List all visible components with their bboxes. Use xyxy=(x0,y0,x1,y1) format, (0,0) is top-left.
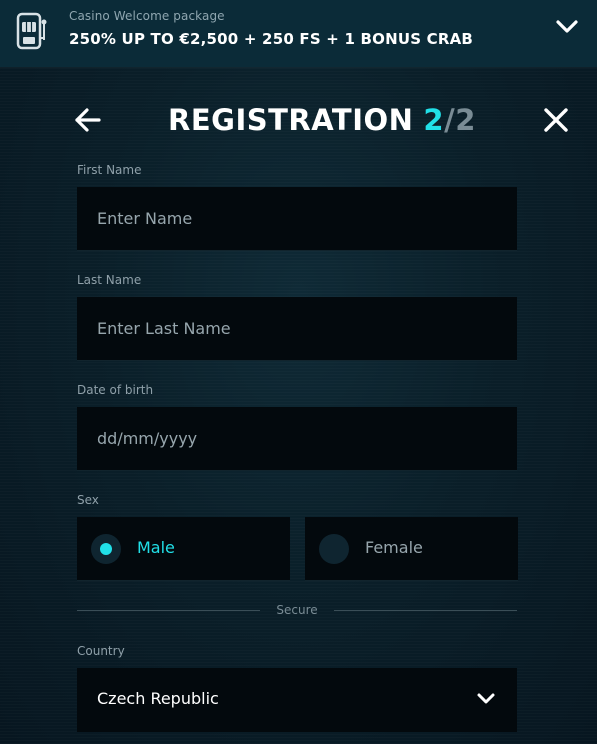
country-value: Czech Republic xyxy=(97,689,219,708)
first-name-label: First Name xyxy=(77,163,142,177)
title-text: REGISTRATION xyxy=(168,103,414,137)
chevron-down-icon xyxy=(477,693,495,704)
sex-option-label: Male xyxy=(137,538,175,557)
dob-field[interactable] xyxy=(77,407,517,471)
country-select[interactable]: Czech Republic xyxy=(77,668,517,732)
step-separator: / xyxy=(444,103,456,137)
promo-banner[interactable]: Casino Welcome package 250% UP TO €2,500… xyxy=(0,0,597,67)
divider-right xyxy=(334,610,517,611)
secure-divider-text: Secure xyxy=(276,603,318,617)
last-name-label: Last Name xyxy=(77,273,142,287)
dob-label: Date of birth xyxy=(77,383,154,397)
sex-option-label: Female xyxy=(365,538,423,557)
step-current: 2 xyxy=(423,103,445,137)
radio-female[interactable] xyxy=(319,534,349,564)
last-name-input[interactable] xyxy=(77,297,517,360)
divider-left xyxy=(77,610,260,611)
radio-male[interactable] xyxy=(91,534,121,564)
chevron-down-icon[interactable] xyxy=(555,16,579,36)
promo-title: 250% UP TO €2,500 + 250 FS + 1 BONUS CRA… xyxy=(69,30,474,48)
sex-label: Sex xyxy=(77,493,99,507)
dob-input[interactable] xyxy=(77,407,517,470)
sex-option-female[interactable]: Female xyxy=(305,517,518,581)
close-icon[interactable] xyxy=(543,107,569,133)
back-arrow-icon[interactable] xyxy=(74,106,102,134)
radio-selected-dot xyxy=(100,543,112,555)
country-label: Country xyxy=(77,644,125,658)
promo-subtitle: Casino Welcome package xyxy=(69,9,225,23)
slot-machine-icon xyxy=(16,12,47,50)
first-name-field[interactable] xyxy=(77,187,517,251)
step-total: 2 xyxy=(455,103,476,137)
first-name-input[interactable] xyxy=(77,187,517,250)
page-title: REGISTRATION 2 / 2 xyxy=(168,100,476,140)
last-name-field[interactable] xyxy=(77,297,517,361)
sex-option-male[interactable]: Male xyxy=(77,517,290,581)
